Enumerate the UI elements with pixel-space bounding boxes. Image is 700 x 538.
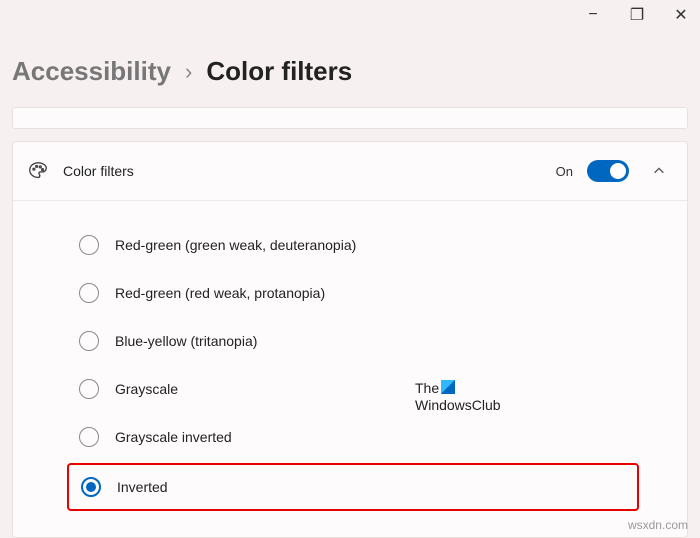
page-title: Color filters — [206, 56, 352, 87]
card-strip — [12, 107, 688, 129]
close-button[interactable]: ✕ — [674, 8, 688, 22]
panel-title: Color filters — [63, 163, 542, 179]
filter-option-row[interactable]: Red-green (red weak, protanopia) — [67, 271, 639, 315]
minimize-button[interactable]: − — [586, 8, 600, 22]
color-filters-toggle[interactable] — [587, 160, 629, 182]
filter-options-list: Red-green (green weak, deuteranopia) Red-… — [13, 201, 687, 537]
chevron-right-icon: › — [185, 59, 192, 85]
radio-button[interactable] — [79, 379, 99, 399]
filter-option-label: Grayscale — [115, 381, 178, 397]
filter-option: Blue-yellow (tritanopia) — [13, 317, 687, 365]
toggle-state-label: On — [556, 164, 573, 179]
source-attribution: wsxdn.com — [628, 518, 688, 532]
filter-option-label: Grayscale inverted — [115, 429, 232, 445]
filter-option-label: Red-green (red weak, protanopia) — [115, 285, 325, 301]
radio-button[interactable] — [79, 427, 99, 447]
filter-option-label: Inverted — [117, 479, 168, 495]
filter-option: Red-green (red weak, protanopia) — [13, 269, 687, 317]
color-filters-panel: Color filters On Red-green (green weak, … — [12, 141, 688, 538]
breadcrumb-parent[interactable]: Accessibility — [12, 56, 171, 87]
filter-option-row[interactable]: Grayscale inverted — [67, 415, 639, 459]
filter-option-row[interactable]: Red-green (green weak, deuteranopia) — [67, 223, 639, 267]
radio-button[interactable] — [81, 477, 101, 497]
filter-option-label: Blue-yellow (tritanopia) — [115, 333, 257, 349]
panel-header[interactable]: Color filters On — [13, 142, 687, 201]
filter-option-label: Red-green (green weak, deuteranopia) — [115, 237, 356, 253]
window-controls: − ❐ ✕ — [586, 8, 688, 22]
palette-icon — [27, 160, 49, 182]
filter-option-row[interactable]: Inverted — [67, 463, 639, 511]
filter-option: Grayscale inverted — [13, 413, 687, 461]
filter-option-row[interactable]: Grayscale — [67, 367, 639, 411]
filter-option: Grayscale — [13, 365, 687, 413]
filter-option: Inverted — [13, 461, 687, 513]
radio-button[interactable] — [79, 283, 99, 303]
radio-button[interactable] — [79, 235, 99, 255]
filter-option: Red-green (green weak, deuteranopia) — [13, 221, 687, 269]
filter-option-row[interactable]: Blue-yellow (tritanopia) — [67, 319, 639, 363]
chevron-up-icon[interactable] — [651, 163, 667, 179]
maximize-button[interactable]: ❐ — [630, 8, 644, 22]
radio-button[interactable] — [79, 331, 99, 351]
